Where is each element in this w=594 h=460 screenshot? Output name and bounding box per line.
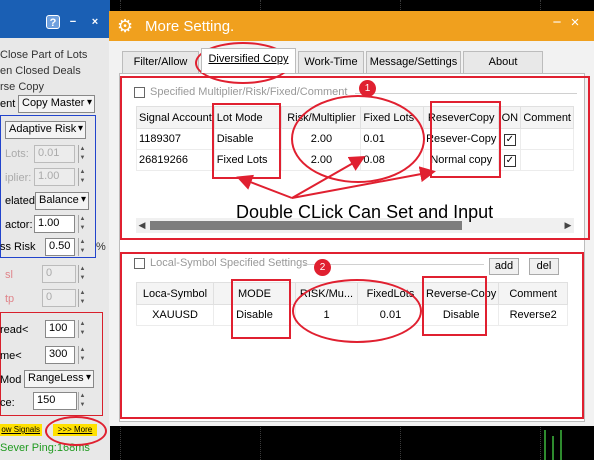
ce-label: ce: [0,397,15,409]
factor-stepper[interactable]: ▲ ▼ [78,215,86,233]
tp-input[interactable]: 0 [42,289,76,307]
tp-stepper[interactable]: ▲ ▼ [78,289,86,307]
factor-input[interactable]: 1.00 [34,215,75,233]
range-mode-select[interactable]: RangeLess [24,370,94,388]
chart-candle [544,430,546,460]
window-titlebar[interactable]: ⚙ More Setting. − × [109,11,594,41]
time-label: me< [0,350,22,362]
related-label: elated: [5,195,39,207]
closed-deals-option[interactable]: en Closed Deals [0,65,81,77]
copy-mode-select[interactable]: Copy Master [18,95,95,113]
annotation-badge-1: 1 [359,80,376,97]
help-icon[interactable]: ? [46,15,60,29]
lots-stepper[interactable]: ▲ ▼ [78,145,86,163]
ce-stepper[interactable]: ▲ ▼ [78,392,86,410]
tab-filter-allow[interactable]: Filter/Allow [122,51,199,73]
chart-candle [560,430,562,460]
multiplier-label: iplier: [5,172,32,184]
lots-input[interactable]: 0.01 [34,145,75,163]
sl-stepper[interactable]: ▲ ▼ [78,265,86,283]
window-title: More Setting. [145,18,235,35]
lots-label: Lots: [5,148,29,160]
minimize-icon[interactable]: − [66,15,80,29]
spread-input[interactable]: 100 [45,320,75,338]
sl-input[interactable]: 0 [42,265,76,283]
close-part-lots-option[interactable]: Close Part of Lots [0,49,87,61]
annotation-risk-oval-2 [292,279,422,343]
annotation-risk-oval [291,95,425,183]
less-risk-input[interactable]: 0.50 [45,238,75,256]
show-signals-button[interactable]: ow Signals [0,424,42,436]
related-select[interactable]: Balance [35,192,89,210]
gear-icon: ⚙ [117,16,134,36]
annotation-more-oval [45,416,107,446]
side-panel-titlebar: ? − × [0,0,110,38]
tab-about[interactable]: About [463,51,543,73]
multiplier-input[interactable]: 1.00 [34,168,75,186]
close-icon[interactable]: × [88,15,102,29]
ce-input[interactable]: 150 [33,392,77,410]
less-risk-stepper[interactable]: ▲ ▼ [78,238,86,256]
tab-work-time[interactable]: Work-Time [298,51,364,73]
copier-side-panel: ? − × Close Part of Lots en Closed Deals… [0,0,110,460]
mod-label: Mod [0,374,22,386]
annotation-lot-mode-box [212,103,281,179]
mode-label: ent [0,98,16,110]
risk-mode-select[interactable]: Adaptive Risk [5,121,86,139]
chart-candle [552,436,554,460]
multiplier-stepper[interactable]: ▲ ▼ [78,168,86,186]
close-button[interactable]: × [567,14,583,31]
time-input[interactable]: 300 [45,346,75,364]
tab-diversified-copy[interactable]: Diversified Copy [201,48,296,73]
tab-message-settings[interactable]: Message/Settings [366,51,461,73]
spread-label: read< [0,324,29,336]
annotation-reverse-box [422,276,487,336]
spread-stepper[interactable]: ▲ ▼ [78,320,86,338]
annotation-mode-box [231,279,291,339]
sl-label: sl [5,269,13,281]
percent-unit: % [96,241,106,253]
tp-label: tp [5,293,15,305]
annotation-instruction-text: Double CLick Can Set and Input [236,202,494,222]
annotation-badge-2: 2 [314,259,331,276]
minimize-button[interactable]: − [549,14,565,31]
reverse-copy-option[interactable]: rse Copy [0,81,44,93]
factor-label: actor: [5,219,33,231]
annotation-resever-box [430,101,501,178]
time-stepper[interactable]: ▲ ▼ [78,346,86,364]
less-risk-label: ss Risk [0,241,36,253]
